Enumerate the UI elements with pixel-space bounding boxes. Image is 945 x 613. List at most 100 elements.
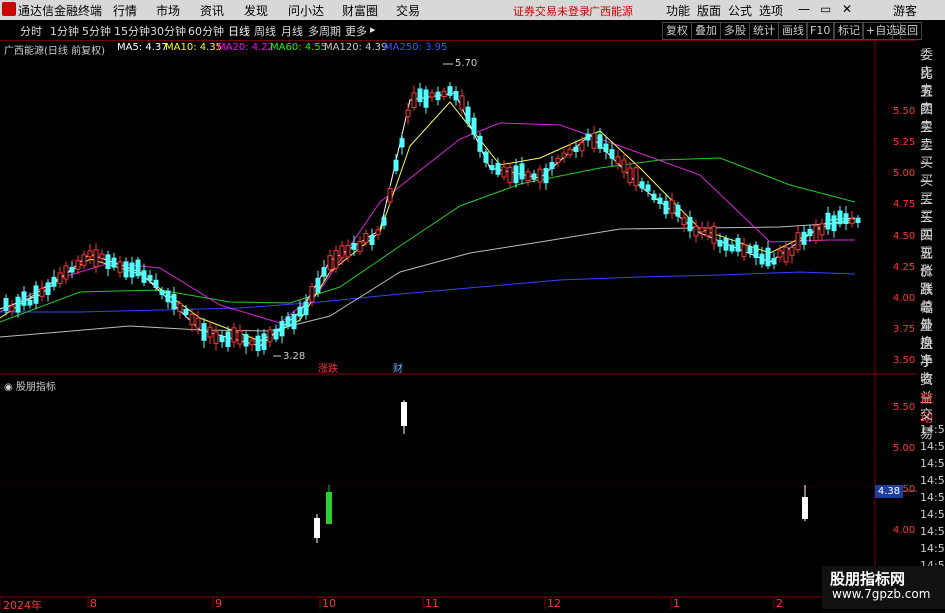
candle-body [825, 212, 831, 230]
menu-layout[interactable]: 版面 [697, 2, 721, 19]
candlesticks [3, 82, 861, 357]
candle-body [375, 229, 381, 236]
candle-body [729, 244, 735, 252]
candle-body [33, 285, 39, 304]
candle-body [447, 86, 453, 96]
kline-chart[interactable] [0, 40, 917, 609]
candle-body [585, 133, 591, 141]
period-daily[interactable]: 日线 [228, 23, 250, 39]
period-multi[interactable]: 多周期 [308, 23, 341, 39]
event-marker-1[interactable]: 涨跌 [318, 360, 338, 375]
candle-body [507, 166, 513, 184]
period-60min[interactable]: 60分钟 [188, 23, 224, 39]
candle-body [639, 181, 645, 189]
watermark-title: 股朋指标网 [830, 570, 906, 588]
candle-body [573, 146, 579, 152]
tool-back[interactable]: 返回 [892, 22, 922, 40]
candle-body [81, 254, 87, 266]
menu-formula[interactable]: 公式 [728, 2, 752, 19]
candle-body [753, 244, 759, 259]
menu-wealth-circle[interactable]: 财富圈 [342, 2, 378, 19]
candle-body [765, 247, 771, 267]
tool-mark[interactable]: 标记 [834, 22, 864, 40]
tick-time: 14:56 [920, 508, 945, 521]
candle-body [21, 291, 27, 306]
candle-body [579, 142, 585, 152]
candle-body [105, 254, 111, 269]
current-price-box: 4.38 [875, 485, 903, 498]
restore-icon[interactable]: ▭ [820, 2, 831, 16]
candle-body [723, 238, 729, 251]
app-logo-icon [2, 2, 16, 16]
candle-body [93, 249, 99, 268]
candle-body [423, 89, 429, 108]
candle-body [615, 156, 621, 165]
candle-body [777, 250, 783, 258]
tool-draw[interactable]: 画线 [778, 22, 808, 40]
event-marker-financial[interactable]: 财 [393, 360, 403, 375]
tool-multi-stock[interactable]: 多股 [720, 22, 750, 40]
candle-body [771, 257, 777, 265]
stock-name-tab[interactable]: 广西能源 [589, 3, 633, 19]
tool-adjust[interactable]: 复权 [662, 22, 692, 40]
tick-time: 14:56 [920, 474, 945, 487]
minimize-icon[interactable]: — [798, 2, 810, 16]
guest-label[interactable]: 游客 [893, 2, 917, 19]
candle-body [345, 245, 351, 258]
ma-line-0 [0, 271, 856, 313]
login-warning[interactable]: 证券交易未登录 [513, 3, 590, 19]
candle-body [237, 330, 243, 345]
candle-body [339, 245, 345, 259]
price-tick: 3.50 [893, 355, 916, 366]
candle-body [99, 253, 105, 259]
collapse-icon[interactable]: ◉ [4, 382, 16, 393]
tool-overlay[interactable]: 叠加 [691, 22, 721, 40]
more-chevron-icon[interactable]: ▸ [370, 23, 376, 36]
period-1min[interactable]: 1分钟 [50, 23, 79, 39]
candle-body [213, 331, 219, 344]
x-label: 10 [322, 597, 336, 610]
menu-function[interactable]: 功能 [666, 2, 690, 19]
tick-time: 14:56 [920, 525, 945, 538]
period-weekly[interactable]: 周线 [254, 23, 276, 39]
candle-body [87, 250, 93, 258]
tick-time: 14:56 [920, 491, 945, 504]
candle-body [201, 323, 207, 341]
high-price-label: 5.70 [455, 58, 478, 69]
candle-body [117, 261, 123, 273]
candle-body [567, 148, 573, 156]
period-more[interactable]: 更多 [345, 23, 367, 39]
x-label: 1 [673, 597, 680, 610]
sub-indicator-title[interactable]: ◉ 股朋指标 [4, 378, 56, 393]
candle-body [681, 217, 687, 226]
menu-ask-xiaoda[interactable]: 问小达 [288, 2, 324, 19]
period-5min[interactable]: 5分钟 [82, 23, 111, 39]
candle-body [603, 143, 609, 153]
menu-news[interactable]: 资讯 [200, 2, 224, 19]
menu-options[interactable]: 选项 [759, 2, 783, 19]
tool-stats[interactable]: 统计 [749, 22, 779, 40]
sub-bar-white-feb [802, 497, 808, 519]
candle-body [411, 92, 417, 109]
candle-body [267, 329, 273, 343]
menu-trade[interactable]: 交易 [396, 2, 420, 19]
candle-body [693, 226, 699, 237]
period-15min[interactable]: 15分钟 [114, 23, 150, 39]
period-monthly[interactable]: 月线 [281, 23, 303, 39]
candle-body [75, 260, 81, 270]
price-tick: 4.50 [893, 231, 916, 242]
tick-time: 14:56 [920, 542, 945, 555]
period-30min[interactable]: 30分钟 [150, 23, 186, 39]
tool-f10[interactable]: F10 [806, 22, 835, 40]
candle-body [669, 199, 675, 214]
candle-body [855, 217, 861, 223]
close-icon[interactable]: ✕ [842, 2, 852, 16]
menu-market-quotes[interactable]: 行情 [113, 2, 137, 19]
candle-body [699, 227, 705, 233]
candle-body [627, 167, 633, 183]
menu-discover[interactable]: 发现 [244, 2, 268, 19]
candle-body [51, 276, 57, 287]
menu-market[interactable]: 市场 [156, 2, 180, 19]
candle-body [417, 88, 423, 103]
period-intraday[interactable]: 分时 [20, 23, 42, 39]
